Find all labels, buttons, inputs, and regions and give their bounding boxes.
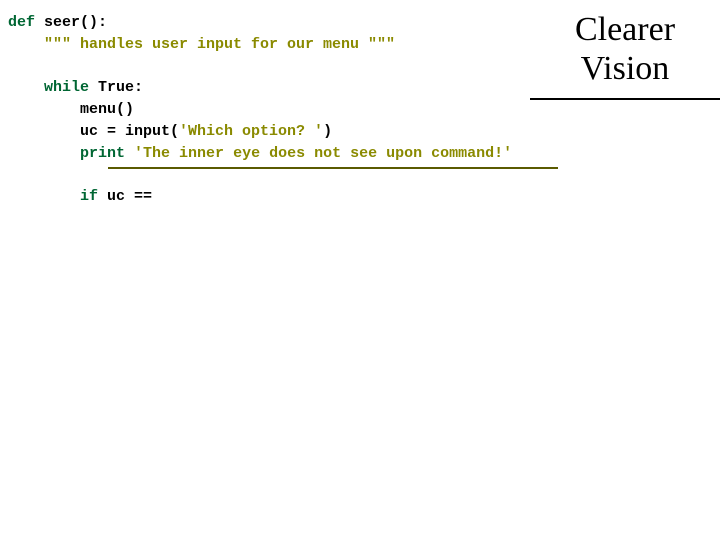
code-text xyxy=(125,145,134,162)
title-box: Clearer Vision xyxy=(530,4,720,100)
code-block: def seer(): """ handles user input for o… xyxy=(8,12,512,208)
docstring: """ handles user input for our menu """ xyxy=(8,36,395,53)
code-text: ) xyxy=(323,123,332,140)
slide: Clearer Vision def seer(): """ handles u… xyxy=(0,0,720,540)
code-text: menu() xyxy=(8,101,134,118)
title-line-1: Clearer xyxy=(530,10,720,49)
indent xyxy=(8,79,44,96)
keyword-while: while xyxy=(44,79,89,96)
indent xyxy=(8,188,80,205)
code-text: uc = input( xyxy=(8,123,179,140)
keyword-def: def xyxy=(8,14,35,31)
code-text: True: xyxy=(89,79,143,96)
indent xyxy=(8,145,80,162)
title-line-2: Vision xyxy=(530,49,720,88)
string-literal: 'Which option? ' xyxy=(179,123,323,140)
code-text: uc == xyxy=(98,188,152,205)
code-text: seer(): xyxy=(35,14,107,31)
keyword-print: print xyxy=(80,145,125,162)
string-literal: 'The inner eye does not see upon command… xyxy=(134,145,512,162)
keyword-if: if xyxy=(80,188,98,205)
